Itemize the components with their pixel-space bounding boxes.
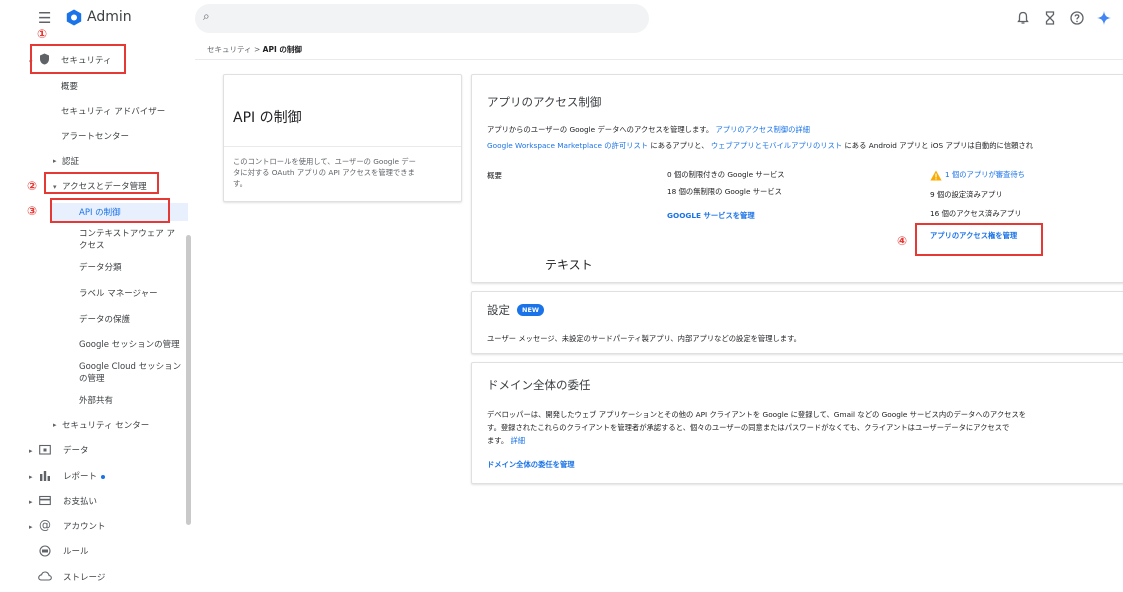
delegation-description-line: ます。 詳細 xyxy=(487,436,525,446)
bar-chart-icon xyxy=(40,471,50,481)
app-access-trust-line: Google Workspace Marketplace の許可リスト にあるア… xyxy=(487,141,1033,151)
delegation-description-line: デベロッパーは、開発したウェブ アプリケーションとその他の API クライアント… xyxy=(487,410,1027,419)
sidebar-scrollbar[interactable] xyxy=(186,235,191,525)
api-controls-info-card xyxy=(223,74,462,202)
sidebar-item-data-protection[interactable]: データの保護 xyxy=(79,314,130,326)
search-input[interactable]: ⌕ xyxy=(195,4,649,33)
reports-dot-indicator xyxy=(101,475,105,479)
sidebar-item-label-manager[interactable]: ラベル マネージャー xyxy=(79,288,158,300)
sidebar-item-data[interactable]: データ xyxy=(63,445,89,457)
page-description-line: このコントロールを使用して、ユーザーの Google デー xyxy=(233,157,416,166)
sidebar-item-security-advisor[interactable]: セキュリティ アドバイザー xyxy=(61,106,165,118)
warning-icon xyxy=(930,170,942,181)
sidebar-item-billing[interactable]: お支払い xyxy=(63,496,97,508)
annotation-box-manage-access xyxy=(915,223,1043,256)
annotation-marker-2: ② xyxy=(27,179,38,193)
breadcrumb: セキュリティ > API の制御 xyxy=(207,44,302,55)
marketplace-allowlist-link[interactable]: Google Workspace Marketplace の許可リスト xyxy=(487,141,648,150)
annotation-box-access xyxy=(44,172,159,194)
manage-delegation-link[interactable]: ドメイン全体の委任を管理 xyxy=(487,460,575,470)
manage-google-services-link[interactable]: GOOGLE サービスを管理 xyxy=(667,211,755,221)
sidebar-item-google-session[interactable]: Google セッションの管理 xyxy=(79,339,180,351)
folder-icon xyxy=(39,444,51,455)
hourglass-icon[interactable] xyxy=(1042,10,1058,26)
sidebar-item-external-sharing[interactable]: 外部共有 xyxy=(79,395,113,407)
annotation-marker-4: ④ xyxy=(897,234,908,248)
app-access-title: アプリのアクセス制御 xyxy=(487,95,602,109)
chevron-right-icon[interactable]: ▸ xyxy=(29,498,33,506)
rules-icon xyxy=(39,545,51,557)
page-description-line: タに対する OAuth アプリの API アクセスを管理できま xyxy=(233,168,415,177)
page-description-line: す。 xyxy=(233,179,247,188)
help-icon[interactable] xyxy=(1069,10,1085,26)
chevron-right-icon[interactable]: ▸ xyxy=(53,157,57,165)
pending-apps-link[interactable]: 1 個のアプリが審査待ち xyxy=(945,170,1025,180)
trust-line-text: にあるアプリと、 xyxy=(650,141,709,150)
at-sign-icon: @ xyxy=(39,518,51,532)
restricted-services-count: 0 個の制限付きの Google サービス xyxy=(667,170,785,179)
card-divider xyxy=(224,146,461,147)
search-icon: ⌕ xyxy=(203,9,210,23)
delegation-description-line: す。登録されたこれらのクライアントを管理者が承認すると、個々のユーザーの同意また… xyxy=(487,423,1010,432)
delegation-title: ドメイン全体の委任 xyxy=(487,378,591,392)
unrestricted-services-count: 18 個の無制限の Google サービス xyxy=(667,187,782,196)
menu-icon[interactable]: ☰ xyxy=(38,10,51,26)
settings-description: ユーザー メッセージ、未設定のサードパーティ製アプリ、内部アプリなどの設定を管理… xyxy=(487,334,801,343)
page-title: API の制御 xyxy=(233,110,302,126)
gemini-icon[interactable] xyxy=(1096,10,1112,26)
sidebar-item-account[interactable]: アカウント xyxy=(63,521,106,533)
breadcrumb-parent[interactable]: セキュリティ xyxy=(207,45,252,54)
delegation-details-link[interactable]: 詳細 xyxy=(511,436,526,445)
credit-card-icon xyxy=(39,495,51,506)
sidebar-item-reports[interactable]: レポート xyxy=(63,471,97,483)
annotation-marker-1: ① xyxy=(37,27,48,41)
annotation-box-api xyxy=(50,198,170,223)
delegation-desc-end: ます。 xyxy=(487,436,509,445)
sidebar-item-context-aware-access-cont[interactable]: クセス xyxy=(79,240,105,252)
chevron-right-icon[interactable]: ▸ xyxy=(29,473,33,481)
accessed-apps-count: 16 個のアクセス済みアプリ xyxy=(930,209,1022,218)
sidebar-item-security-center[interactable]: セキュリティ センター xyxy=(62,420,149,432)
chevron-right-icon[interactable]: ▸ xyxy=(29,447,33,455)
chevron-right-icon[interactable]: ▸ xyxy=(53,421,57,429)
sidebar-item-google-cloud-session-cont[interactable]: の管理 xyxy=(79,373,105,385)
overview-label: 概要 xyxy=(487,171,502,180)
admin-console: ☰ Admin ⌕ ▾ セキュリティ 概要 セキュリティ アドバイザー アラート… xyxy=(0,0,1123,592)
app-access-learn-more-link[interactable]: アプリのアクセス制御の詳細 xyxy=(715,125,810,134)
annotation-box-security xyxy=(30,44,126,74)
sidebar-item-authentication[interactable]: 認証 xyxy=(62,156,79,168)
overlay-text-label: テキスト xyxy=(545,258,593,272)
sidebar-item-storage[interactable]: ストレージ xyxy=(63,572,105,584)
trust-line-text-end: にある Android アプリと iOS アプリは自動的に信頼され xyxy=(844,141,1034,150)
breadcrumb-divider xyxy=(195,59,1123,60)
top-bar: ☰ Admin ⌕ xyxy=(0,0,1123,38)
sidebar-item-context-aware-access[interactable]: コンテキストアウェア ア xyxy=(79,228,175,240)
app-access-desc-text: アプリからのユーザーの Google データへのアクセスを管理します。 xyxy=(487,125,714,134)
sidebar-item-rules[interactable]: ルール xyxy=(63,546,89,558)
new-badge: NEW xyxy=(517,304,545,316)
settings-card xyxy=(471,291,1123,354)
breadcrumb-separator: > xyxy=(253,45,261,54)
annotation-marker-3: ③ xyxy=(27,204,38,218)
sidebar-item-data-classification[interactable]: データ分類 xyxy=(79,262,122,274)
configured-apps-count: 9 個の設定済みアプリ xyxy=(930,190,1003,199)
app-access-description: アプリからのユーザーの Google データへのアクセスを管理します。 アプリの… xyxy=(487,125,810,135)
breadcrumb-current: API の制御 xyxy=(262,45,302,54)
brand-name: Admin xyxy=(87,9,132,25)
sidebar-item-overview[interactable]: 概要 xyxy=(61,81,78,93)
cloud-icon xyxy=(38,571,52,581)
sidebar-item-alert-center[interactable]: アラートセンター xyxy=(61,131,129,143)
web-mobile-apps-list-link[interactable]: ウェブアプリとモバイルアプリのリスト xyxy=(711,141,842,150)
settings-title: 設定 xyxy=(487,303,510,317)
admin-logo-icon[interactable] xyxy=(66,9,82,26)
sidebar-item-google-cloud-session[interactable]: Google Cloud セッション xyxy=(79,361,181,373)
notifications-icon[interactable] xyxy=(1015,10,1031,26)
chevron-right-icon[interactable]: ▸ xyxy=(29,523,33,531)
